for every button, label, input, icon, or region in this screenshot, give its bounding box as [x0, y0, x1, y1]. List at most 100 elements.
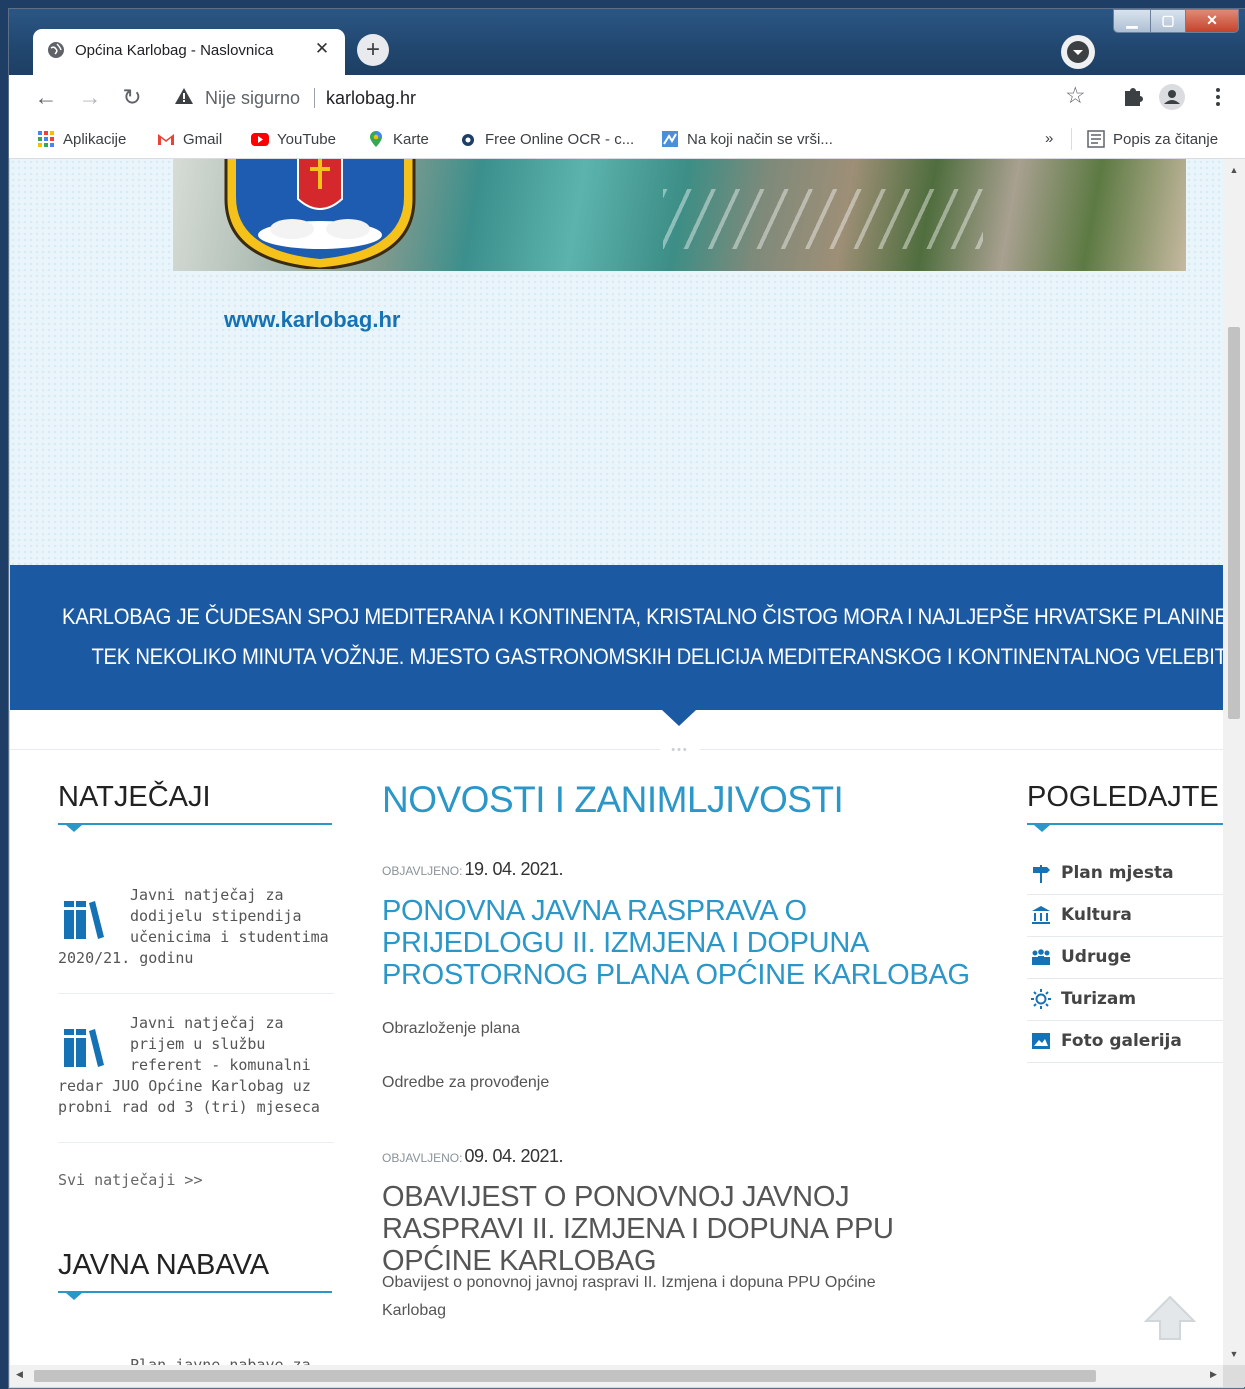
- bookmark-label: YouTube: [277, 131, 336, 148]
- slogan-text: KARLOBAG JE ČUDESAN SPOJ MEDITERANA I KO…: [62, 597, 1223, 677]
- url-text[interactable]: karlobag.hr: [326, 88, 416, 109]
- scroll-down-icon[interactable]: ▼: [1228, 1349, 1240, 1359]
- article-date: 19. 04. 2021.: [464, 859, 564, 879]
- bookmarks-separator: [1071, 128, 1072, 150]
- horizontal-scrollbar[interactable]: ◀ ▶: [10, 1365, 1223, 1387]
- article-title[interactable]: OBAVIJEST O PONOVNOJ JAVNOJ RASPRAVI II.…: [382, 1181, 982, 1277]
- list-divider: [58, 993, 334, 994]
- pogledajte-turizam[interactable]: Turizam: [1027, 979, 1223, 1021]
- harbor-boats-image: [663, 189, 983, 249]
- forward-button[interactable]: →: [75, 82, 105, 112]
- nabava-text: Plan javne nabave za: [130, 1356, 311, 1365]
- natjecaj-item[interactable]: Javni natječaj za prijem u službu refere…: [58, 1013, 334, 1118]
- browser-window: Općina Karlobag - Naslovnica ✕ + ▁ ▢ ✕ ←…: [8, 8, 1245, 1389]
- side-item-label: Turizam: [1061, 989, 1137, 1009]
- all-natjecaji-link[interactable]: Svi natječaji >>: [58, 1171, 203, 1189]
- minimize-button[interactable]: ▁: [1113, 9, 1151, 33]
- natjecaji-heading: NATJEČAJI: [58, 781, 211, 813]
- title-bar: Općina Karlobag - Naslovnica ✕ + ▁ ▢ ✕: [9, 9, 1245, 75]
- reading-list-icon: [1087, 130, 1105, 148]
- pogledajte-plan-mjesta[interactable]: Plan mjesta: [1027, 853, 1223, 895]
- scrollbar-corner: [1223, 1365, 1245, 1387]
- horizontal-scroll-thumb[interactable]: [34, 1370, 1096, 1382]
- museum-icon: [1032, 906, 1050, 924]
- maximize-icon: ▢: [1161, 12, 1175, 28]
- divider-dots: •••: [660, 745, 700, 756]
- javna-nabava-heading: JAVNA NABAVA: [58, 1249, 270, 1281]
- menu-kebab-icon[interactable]: [1203, 82, 1233, 112]
- profile-avatar-icon[interactable]: [1157, 82, 1187, 112]
- nabava-item[interactable]: Plan javne nabave za: [58, 1355, 334, 1365]
- apps-grid-icon: [38, 131, 54, 147]
- side-item-label: Udruge: [1061, 947, 1132, 967]
- address-separator: [314, 88, 315, 108]
- slogan-pointer: [662, 710, 696, 726]
- books-icon: [64, 901, 104, 939]
- article-meta: OBJAVLJENO: 19. 04. 2021.: [382, 859, 564, 880]
- heading-tick: [66, 825, 82, 832]
- heading-tick: [1034, 825, 1050, 832]
- browser-tab[interactable]: Općina Karlobag - Naslovnica ✕: [33, 29, 345, 75]
- slogan-band: KARLOBAG JE ČUDESAN SPOJ MEDITERANA I KO…: [10, 565, 1223, 710]
- maximize-button[interactable]: ▢: [1150, 9, 1186, 33]
- vertical-scrollbar[interactable]: ▲ ▼: [1223, 159, 1245, 1365]
- article-title[interactable]: PONOVNA JAVNA RASPRAVA O PRIJEDLOGU II. …: [382, 895, 982, 991]
- bookmark-label: Na koji način se vrši...: [687, 131, 833, 148]
- youtube-icon: [251, 133, 269, 146]
- scroll-left-icon[interactable]: ◀: [16, 1369, 23, 1380]
- pogledajte-kultura[interactable]: Kultura: [1027, 895, 1223, 937]
- bookmark-page-icon: [662, 131, 678, 147]
- side-item-label: Plan mjesta: [1061, 863, 1174, 883]
- article-link[interactable]: Obrazloženje plana: [382, 1015, 942, 1043]
- bookmark-star-icon[interactable]: ☆: [1065, 82, 1086, 109]
- article-link[interactable]: Obavijest o ponovnoj javnoj raspravi II.…: [382, 1269, 942, 1325]
- back-button[interactable]: ←: [31, 82, 61, 112]
- gmail-icon: [158, 134, 174, 145]
- site-url-text[interactable]: www.karlobag.hr: [224, 307, 400, 333]
- bookmark-free-ocr[interactable]: Free Online OCR - c...: [459, 130, 634, 150]
- scroll-right-icon[interactable]: ▶: [1210, 1369, 1217, 1380]
- heading-underline: [1027, 823, 1223, 825]
- browser-toolbar: ← → ↻ Nije sigurno karlobag.hr ☆: [9, 75, 1245, 119]
- bookmarks-overflow-button[interactable]: »: [1045, 130, 1053, 150]
- bookmark-youtube[interactable]: YouTube: [251, 130, 336, 150]
- new-tab-button[interactable]: +: [357, 34, 389, 66]
- pogledajte-udruge[interactable]: Udruge: [1027, 937, 1223, 979]
- heading-tick: [66, 1293, 82, 1300]
- extensions-puzzle-icon[interactable]: [1117, 82, 1147, 112]
- side-item-label: Foto galerija: [1061, 1031, 1182, 1051]
- pogledajte-heading: POGLEDAJTE: [1027, 781, 1219, 813]
- bookmark-karte[interactable]: Karte: [367, 130, 429, 150]
- reload-button[interactable]: ↻: [117, 82, 147, 112]
- close-window-button[interactable]: ✕: [1185, 9, 1239, 33]
- bookmark-aplikacije[interactable]: Aplikacije: [37, 130, 126, 150]
- natjecaj-item[interactable]: Javni natječaj za dodijelu stipendija uč…: [58, 885, 334, 969]
- news-heading: NOVOSTI I ZANIMLJIVOSTI: [382, 779, 844, 820]
- maps-pin-icon: [370, 131, 382, 147]
- article-meta: OBJAVLJENO: 09. 04. 2021.: [382, 1146, 564, 1167]
- coat-of-arms-logo[interactable]: [222, 159, 418, 269]
- scroll-up-icon[interactable]: ▲: [1228, 165, 1240, 175]
- security-status[interactable]: Nije sigurno: [205, 88, 300, 109]
- heading-underline: [58, 1291, 332, 1293]
- arrow-left-icon: ←: [34, 84, 58, 110]
- chevron-down-circle-icon: [1067, 41, 1089, 63]
- article-link[interactable]: Odredbe za provođenje: [382, 1069, 942, 1097]
- address-bar[interactable]: Nije sigurno karlobag.hr ☆: [159, 80, 1099, 114]
- published-label: OBJAVLJENO:: [382, 864, 463, 878]
- heading-underline: [58, 823, 332, 825]
- vertical-scroll-thumb[interactable]: [1228, 327, 1240, 719]
- bookmark-na-koji-nacin[interactable]: Na koji način se vrši...: [661, 130, 833, 150]
- scroll-to-top-icon[interactable]: [1144, 1295, 1196, 1341]
- pogledajte-foto-galerija[interactable]: Foto galerija: [1027, 1021, 1223, 1063]
- side-item-label: Kultura: [1061, 905, 1132, 925]
- reading-list-button[interactable]: Popis za čitanje: [1087, 130, 1218, 150]
- sun-icon: [1031, 989, 1051, 1009]
- published-label: OBJAVLJENO:: [382, 1151, 463, 1165]
- bookmark-gmail[interactable]: Gmail: [157, 130, 222, 150]
- list-divider: [58, 1142, 334, 1143]
- close-tab-icon[interactable]: ✕: [311, 38, 333, 60]
- bookmark-label: Free Online OCR - c...: [485, 131, 635, 148]
- tab-search-button[interactable]: [1061, 35, 1095, 69]
- arrow-right-icon: →: [78, 84, 102, 110]
